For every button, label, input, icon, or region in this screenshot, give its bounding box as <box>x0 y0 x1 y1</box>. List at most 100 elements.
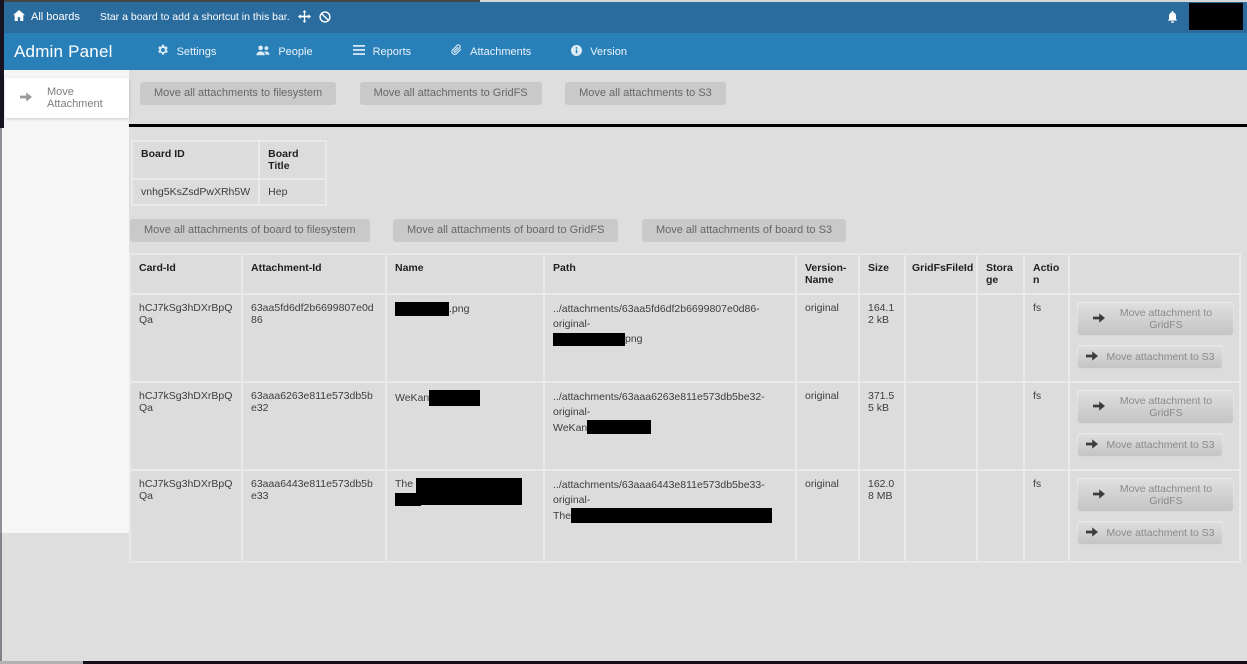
name-header: Name <box>386 254 544 294</box>
version-name-cell: original <box>796 382 859 470</box>
version-name-cell: original <box>796 470 859 562</box>
arrow-right-icon <box>1093 401 1105 414</box>
arrow-right-icon <box>1093 489 1105 502</box>
admin-sidebar: Move Attachment <box>0 70 129 533</box>
move-all-to-gridfs-button[interactable]: Move all attachments to GridFS <box>360 82 542 105</box>
redacted-text <box>571 508 772 523</box>
attachment-id-cell: 63aaa6263e811e573db5be32 <box>242 382 386 470</box>
main-content: Move all attachments to filesystem Move … <box>129 70 1247 563</box>
star-hint: Star a board to add a shortcut in this b… <box>100 10 331 23</box>
tab-attachments-label: Attachments <box>470 46 531 58</box>
arrow-right-icon <box>1093 313 1105 326</box>
storage-cell <box>977 294 1024 382</box>
redacted-text <box>395 302 449 316</box>
attachment-row: hCJ7kSg3hDXrBpQQa 63aaa6443e811e573db5be… <box>130 470 1240 562</box>
topbar-right <box>1167 3 1243 30</box>
home-icon <box>13 10 25 24</box>
row-buttons-cell: Move attachment to GridFS Move attachmen… <box>1069 382 1240 470</box>
notifications-bell-icon[interactable] <box>1167 11 1178 29</box>
tab-attachments[interactable]: Attachments <box>451 44 531 59</box>
move-attachment-to-s3-button[interactable]: Move attachment to S3 <box>1077 345 1223 369</box>
tab-settings-label: Settings <box>177 46 217 58</box>
path-header: Path <box>544 254 796 294</box>
action-cell: fs <box>1024 294 1069 382</box>
action-header: Action <box>1024 254 1069 294</box>
tab-people-label: People <box>278 46 312 58</box>
redacted-text <box>395 493 421 506</box>
card-id-header: Card-Id <box>130 254 242 294</box>
move-attachment-to-gridfs-button[interactable]: Move attachment to GridFS <box>1077 390 1234 424</box>
board-table-row: vnhg5KsZsdPwXRh5W Hep <box>132 179 326 205</box>
arrow-right-icon <box>20 92 32 105</box>
move-icon[interactable] <box>298 10 311 23</box>
tab-version-label: Version <box>590 46 627 58</box>
arrow-right-icon <box>1086 527 1098 540</box>
gridfsfileid-cell <box>905 470 977 562</box>
move-all-to-filesystem-button[interactable]: Move all attachments to filesystem <box>140 82 336 105</box>
arrow-right-icon <box>1086 439 1098 452</box>
redacted-text <box>429 390 480 406</box>
arrow-right-icon <box>1086 351 1098 364</box>
tab-reports-label: Reports <box>373 46 412 58</box>
board-title-value: Hep <box>259 179 326 205</box>
move-board-to-gridfs-button[interactable]: Move all attachments of board to GridFS <box>393 219 618 242</box>
window-edge-top <box>0 0 480 2</box>
board-table-header-row: Board ID Board Title <box>132 141 326 179</box>
size-cell: 164.12 kB <box>859 294 905 382</box>
move-board-to-s3-button[interactable]: Move all attachments of board to S3 <box>642 219 846 242</box>
all-boards-label: All boards <box>31 11 80 23</box>
user-avatar-redacted[interactable] <box>1189 3 1243 30</box>
star-hint-text: Star a board to add a shortcut in this b… <box>100 11 290 23</box>
redacted-text <box>587 420 651 434</box>
path-cell: ../attachments/63aaa6263e811e573db5be32-… <box>544 382 796 470</box>
tab-people[interactable]: People <box>256 45 312 59</box>
board-title-header: Board Title <box>259 141 326 179</box>
page-title: Admin Panel <box>14 42 113 62</box>
global-actions-row: Move all attachments to filesystem Move … <box>129 82 1247 105</box>
paperclip-icon <box>451 44 462 59</box>
tab-version[interactable]: Version <box>571 45 627 59</box>
attachments-table: Card-Id Attachment-Id Name Path Version-… <box>129 253 1241 563</box>
redacted-text <box>416 478 522 505</box>
attachment-row: hCJ7kSg3hDXrBpQQa 63aaa6263e811e573db5be… <box>130 382 1240 470</box>
path-cell: ../attachments/63aaa6443e811e573db5be33-… <box>544 470 796 562</box>
row-buttons-cell: Move attachment to GridFS Move attachmen… <box>1069 294 1240 382</box>
admin-bar: Admin Panel Settings People Reports Atta… <box>0 33 1247 70</box>
storage-header: Storage <box>977 254 1024 294</box>
move-all-to-s3-button[interactable]: Move all attachments to S3 <box>565 82 726 105</box>
buttons-header <box>1069 254 1240 294</box>
tab-reports[interactable]: Reports <box>353 45 412 58</box>
size-header: Size <box>859 254 905 294</box>
name-cell: The <box>386 470 544 562</box>
gridfsfileid-cell <box>905 382 977 470</box>
info-icon <box>571 45 582 59</box>
ban-icon[interactable] <box>319 11 331 23</box>
path-cell: ../attachments/63aa5fd6df2b6699807e0d86-… <box>544 294 796 382</box>
sidebar-item-move-attachment[interactable]: Move Attachment <box>5 78 129 118</box>
attachment-id-cell: 63aaa6443e811e573db5be33 <box>242 470 386 562</box>
window-edge-top <box>480 0 1247 2</box>
move-board-to-filesystem-button[interactable]: Move all attachments of board to filesys… <box>130 219 370 242</box>
move-attachment-to-gridfs-button[interactable]: Move attachment to GridFS <box>1077 478 1234 512</box>
card-id-cell: hCJ7kSg3hDXrBpQQa <box>130 382 242 470</box>
board-actions-row: Move all attachments of board to filesys… <box>129 219 1247 242</box>
size-cell: 162.08 MB <box>859 470 905 562</box>
gear-icon <box>157 44 169 59</box>
move-attachment-to-s3-button[interactable]: Move attachment to S3 <box>1077 433 1223 457</box>
action-cell: fs <box>1024 470 1069 562</box>
version-name-header: Version-Name <box>796 254 859 294</box>
top-bar: All boards Star a board to add a shortcu… <box>0 0 1247 33</box>
attachment-row: hCJ7kSg3hDXrBpQQa 63aa5fd6df2b6699807e0d… <box>130 294 1240 382</box>
tab-settings[interactable]: Settings <box>157 44 217 59</box>
redacted-text <box>553 333 625 346</box>
move-attachment-to-s3-button[interactable]: Move attachment to S3 <box>1077 521 1223 545</box>
all-boards-link[interactable]: All boards <box>13 10 80 24</box>
attachment-id-header: Attachment-Id <box>242 254 386 294</box>
storage-cell <box>977 382 1024 470</box>
board-id-value: vnhg5KsZsdPwXRh5W <box>132 179 259 205</box>
row-buttons-cell: Move attachment to GridFS Move attachmen… <box>1069 470 1240 562</box>
move-attachment-to-gridfs-button[interactable]: Move attachment to GridFS <box>1077 302 1234 336</box>
gridfsfileid-cell <box>905 294 977 382</box>
action-cell: fs <box>1024 382 1069 470</box>
version-name-cell: original <box>796 294 859 382</box>
